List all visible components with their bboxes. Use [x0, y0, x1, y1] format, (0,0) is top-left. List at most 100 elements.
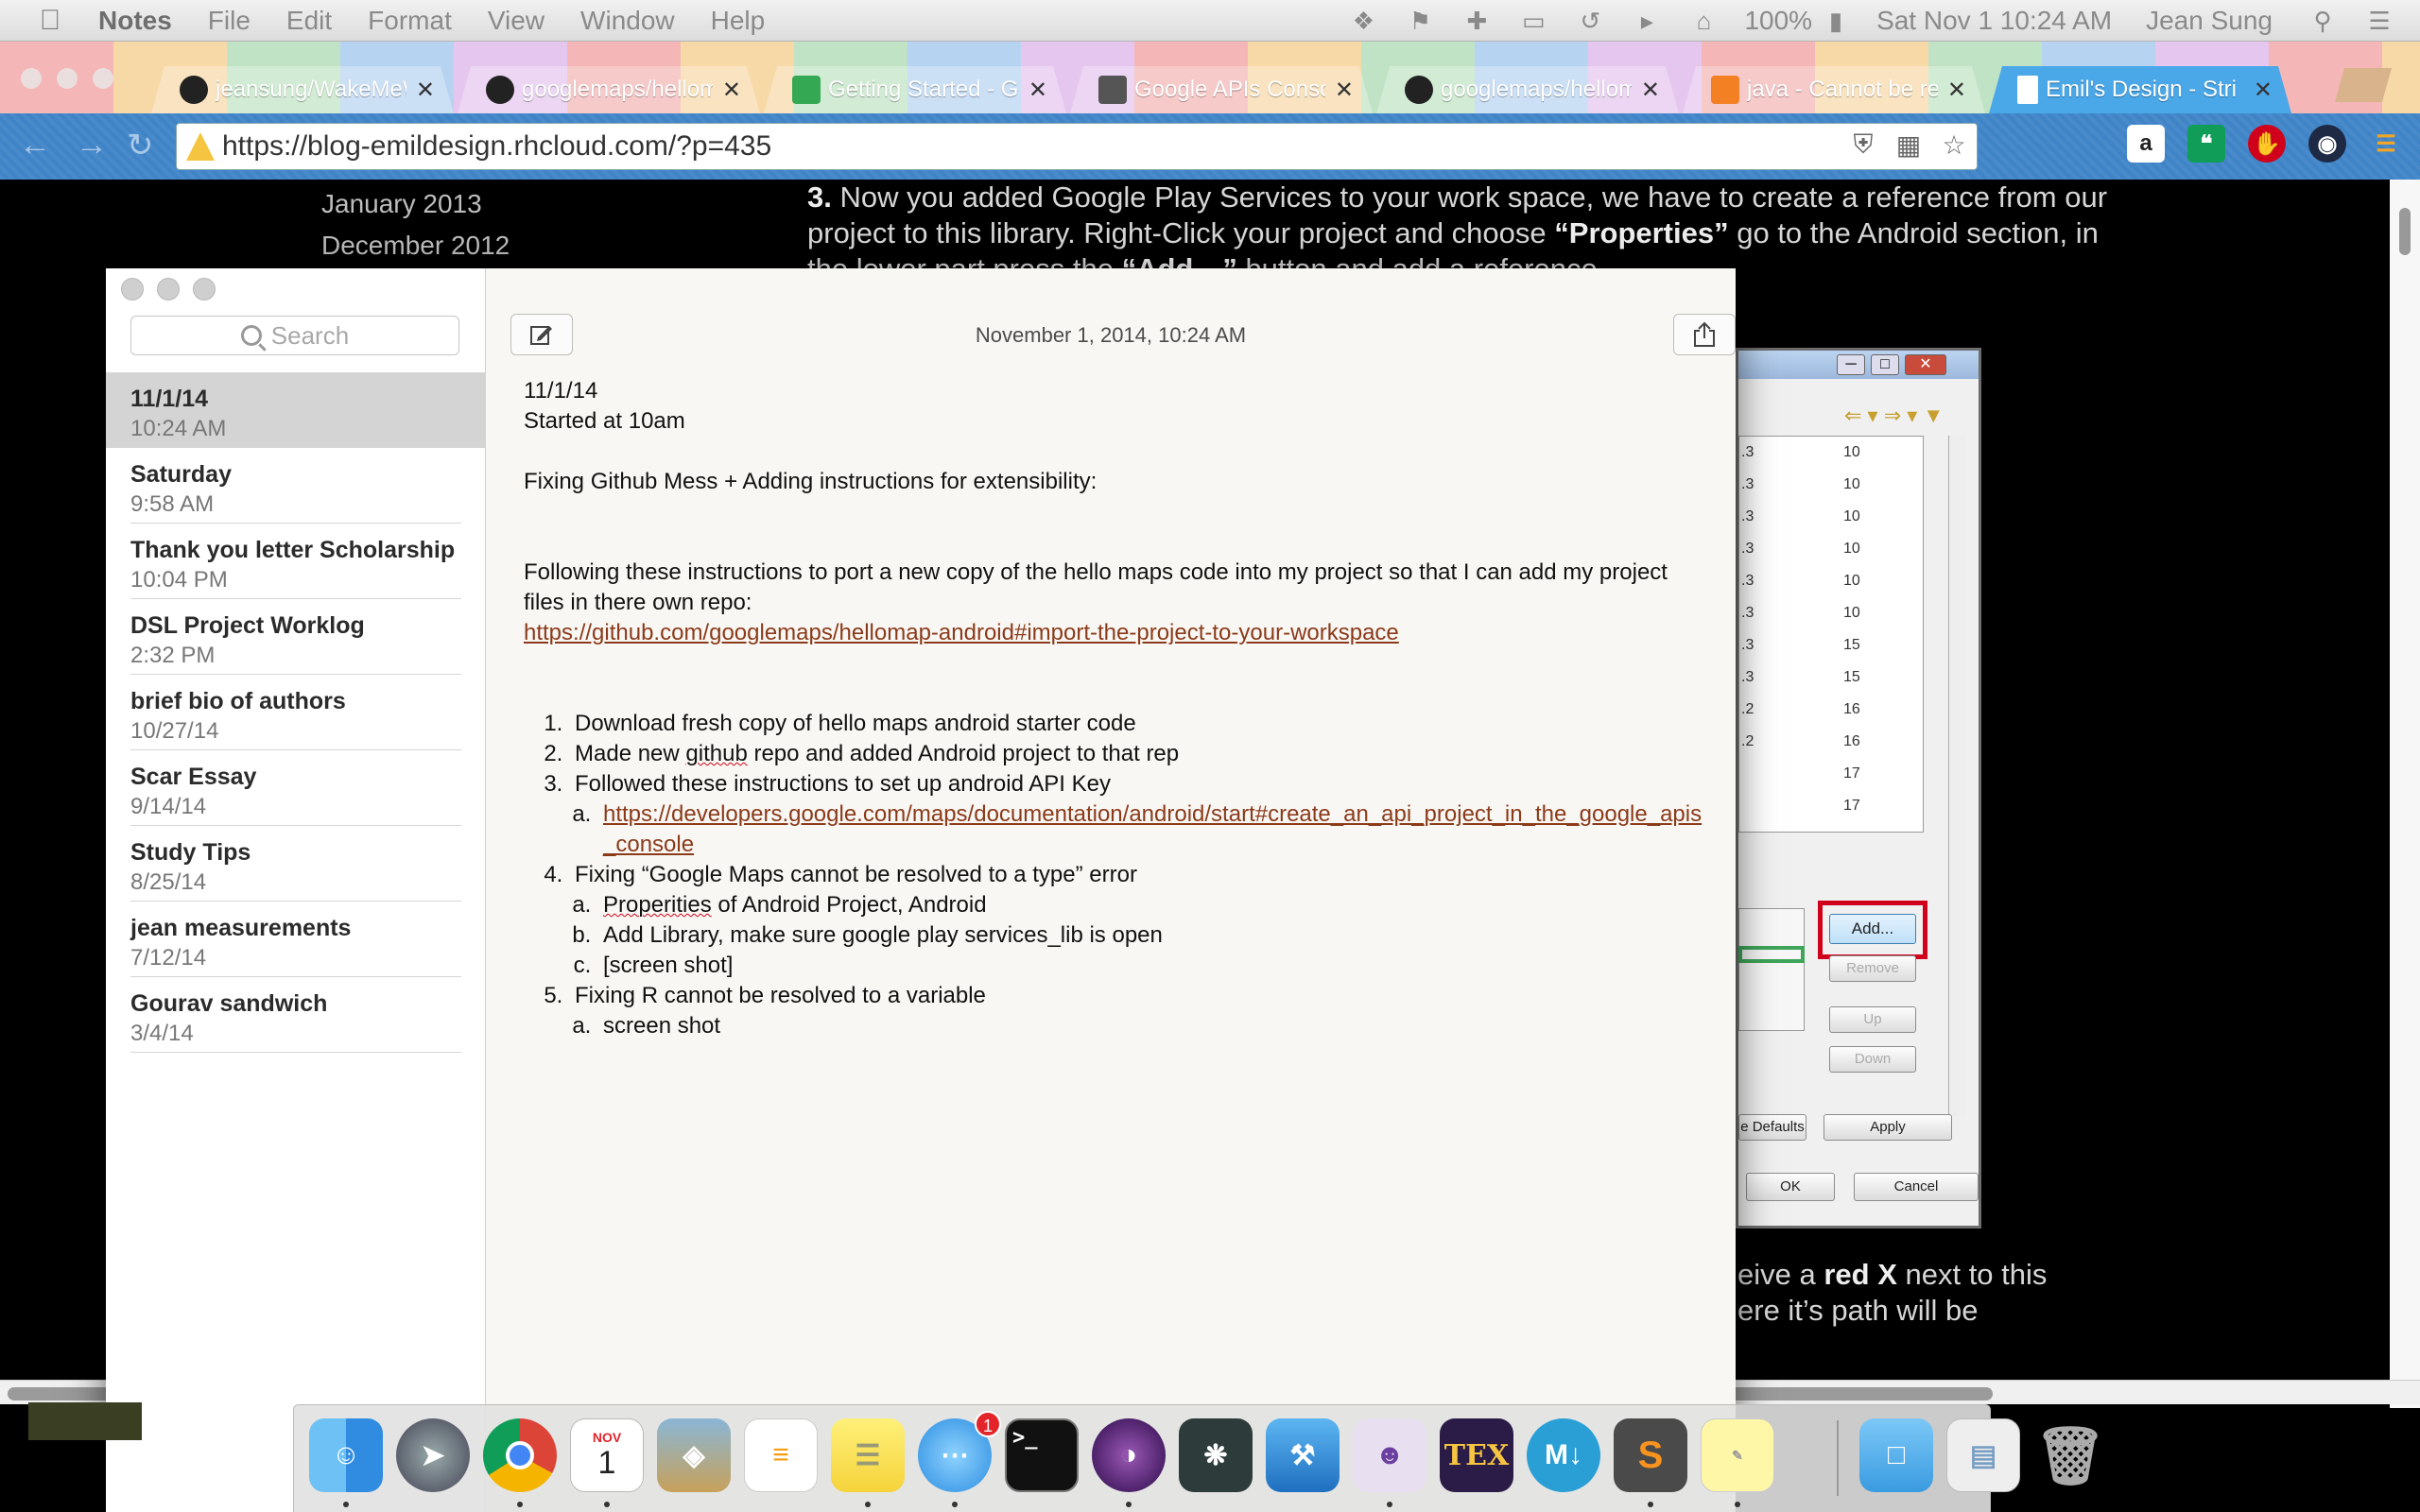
terminal-icon[interactable]: >_ — [1005, 1418, 1079, 1492]
tab-close-icon[interactable]: ✕ — [1641, 77, 1660, 104]
tab-close-icon[interactable]: ✕ — [2254, 77, 2273, 104]
eclipse-icon[interactable]: ◑ — [1092, 1418, 1166, 1492]
volume-icon[interactable]: ▸ — [1631, 7, 1663, 35]
tab-close-icon[interactable]: ✕ — [1335, 77, 1354, 104]
archive-link[interactable]: December 2012 — [321, 231, 510, 261]
texshop-icon[interactable]: TEX — [1440, 1418, 1513, 1492]
address-url[interactable]: https://blog-emildesign.rhcloud.com/?p=4… — [222, 130, 771, 163]
notification-bell-icon[interactable]: ⚑ — [1404, 7, 1436, 35]
menu-format[interactable]: Format — [368, 6, 452, 36]
tab-close-icon[interactable]: ✕ — [416, 77, 435, 104]
api-key-link[interactable]: https://developers.google.com/maps/docum… — [603, 801, 1702, 857]
note-list-item[interactable]: Scar Essay 9/14/14 — [130, 750, 461, 826]
browser-tab[interactable]: googlemaps/hellom ✕ — [1376, 66, 1679, 113]
chrome-icon[interactable] — [483, 1418, 557, 1492]
note-list-item[interactable]: Study Tips 8/25/14 — [130, 826, 461, 902]
amazon-extension-icon[interactable]: a — [2127, 125, 2165, 163]
note-list-item[interactable]: Gourav sandwich 3/4/14 — [130, 977, 461, 1053]
note-list-item[interactable]: Thank you letter Scholarship 10:04 PM — [130, 524, 461, 599]
new-tab-button[interactable] — [2335, 68, 2392, 102]
menu-help[interactable]: Help — [711, 6, 766, 36]
applications-folder-icon[interactable]: □ — [1859, 1418, 1933, 1492]
browser-tab[interactable]: googlemaps/hellom ✕ — [458, 66, 760, 113]
reminders-icon[interactable]: ≡ — [744, 1418, 818, 1492]
finder-icon[interactable]: ☺ — [309, 1418, 383, 1492]
page-action-icon[interactable]: ▦ — [1893, 129, 1924, 163]
share-icon — [1694, 321, 1715, 347]
window-close-button[interactable] — [21, 68, 42, 89]
vertical-scroll-thumb[interactable] — [2399, 208, 2411, 255]
browser-tab[interactable]: Getting Started - Go ✕ — [764, 66, 1066, 113]
note-list-item-selected[interactable]: 11/1/14 10:24 AM — [106, 372, 486, 448]
time-machine-icon[interactable]: ↺ — [1574, 7, 1606, 35]
notes-icon[interactable]: ☰ — [831, 1418, 905, 1492]
browser-tab[interactable]: java - Cannot be res ✕ — [1683, 66, 1985, 113]
forward-arrow-icon[interactable]: → — [76, 127, 108, 163]
sublime-text-icon[interactable]: S — [1614, 1418, 1687, 1492]
row-api-level: 17 — [1843, 798, 1860, 814]
row-version: .3 — [1741, 541, 1754, 557]
back-arrow-icon[interactable]: ← — [19, 127, 51, 163]
archive-link[interactable]: January 2013 — [321, 189, 482, 219]
launchpad-icon[interactable]: ➤ — [396, 1418, 470, 1492]
notification-center-icon[interactable]: ☰ — [2363, 7, 2395, 35]
notes-zoom-button[interactable] — [193, 278, 216, 301]
battery-percent[interactable]: 100% — [1744, 6, 1812, 36]
markdown-icon[interactable]: M↓ — [1527, 1418, 1600, 1492]
dropbox-icon[interactable]: ❖ — [1347, 7, 1379, 35]
share-button[interactable] — [1673, 314, 1736, 355]
hangouts-extension-icon[interactable]: ❝ — [2187, 125, 2225, 163]
bookmark-star-icon[interactable]: ☆ — [1939, 129, 1969, 163]
address-bar[interactable]: https://blog-emildesign.rhcloud.com/?p=4… — [176, 123, 1978, 170]
github-instructions-link[interactable]: https://github.com/googlemaps/hellomap-a… — [524, 620, 1399, 645]
tab-close-icon[interactable]: ✕ — [1028, 77, 1047, 104]
downloads-stack-icon[interactable]: ▤ — [1946, 1418, 2020, 1492]
xcode-icon[interactable]: ⚒ — [1266, 1418, 1340, 1492]
apple-menu-icon[interactable]:  — [34, 5, 66, 37]
dialog-cancel-button: Cancel — [1854, 1173, 1979, 1201]
window-zoom-button[interactable] — [93, 68, 113, 89]
user-name[interactable]: Jean Sung — [2146, 6, 2273, 36]
eye-extension-icon[interactable]: ◉ — [2308, 125, 2346, 163]
vertical-scrollbar[interactable] — [2390, 180, 2420, 1408]
note-list-item[interactable]: Saturday 9:58 AM — [130, 448, 461, 524]
tab-close-icon[interactable]: ✕ — [1947, 77, 1966, 104]
adblock-extension-icon[interactable]: ✋ — [2248, 125, 2286, 163]
note-list-item[interactable]: jean measurements 7/12/14 — [130, 902, 461, 977]
note-list-item[interactable]: brief bio of authors 10/27/14 — [130, 675, 461, 750]
clock[interactable]: Sat Nov 1 10:24 AM — [1876, 6, 2112, 36]
menu-view[interactable]: View — [488, 6, 544, 36]
notes-close-button[interactable] — [121, 278, 144, 301]
browser-tab-active[interactable]: Emil's Design - Stri ✕ — [1989, 66, 2291, 113]
menu-app-name[interactable]: Notes — [98, 6, 172, 36]
github-desktop-icon[interactable]: ☻ — [1353, 1418, 1426, 1492]
browser-tab[interactable]: Google APIs Consol ✕ — [1070, 66, 1373, 113]
dock-separator — [1837, 1420, 1839, 1496]
menu-file[interactable]: File — [208, 6, 251, 36]
trash-icon[interactable]: 🗑 — [2033, 1418, 2107, 1492]
note-body[interactable]: 11/1/14 Started at 10am Fixing Github Me… — [524, 376, 1705, 1041]
battery-icon[interactable]: ▮ — [1820, 7, 1852, 35]
plus-cross-icon[interactable]: ✚ — [1461, 7, 1493, 35]
note-timestamp: November 1, 2014, 10:24 AM — [975, 323, 1247, 347]
calendar-icon[interactable]: NOV 1 — [570, 1418, 644, 1492]
stickies-icon[interactable]: ✎ — [1701, 1418, 1774, 1492]
search-input[interactable]: Search — [130, 316, 459, 355]
notes-minimize-button[interactable] — [157, 278, 180, 301]
browser-tab[interactable]: jeansung/WakeMeW ✕ — [151, 66, 454, 113]
aperture-icon[interactable]: ❋ — [1179, 1418, 1253, 1492]
spotlight-search-icon[interactable]: ⚲ — [2307, 7, 2339, 35]
warning-lock-icon[interactable] — [186, 132, 215, 161]
airplay-icon[interactable]: ▭ — [1517, 7, 1549, 35]
reload-icon[interactable]: ↻ — [127, 127, 154, 164]
wifi-icon[interactable]: ⌂ — [1687, 7, 1720, 35]
menu-edit[interactable]: Edit — [286, 6, 332, 36]
menu-window[interactable]: Window — [580, 6, 675, 36]
shield-icon[interactable]: ⛨ — [1848, 129, 1878, 163]
note-list-item[interactable]: DSL Project Worklog 2:32 PM — [130, 599, 461, 675]
window-minimize-button[interactable] — [57, 68, 78, 89]
tab-close-icon[interactable]: ✕ — [722, 77, 741, 104]
running-indicator — [604, 1502, 610, 1507]
preview-icon[interactable]: ◈ — [657, 1418, 731, 1492]
chrome-menu-icon[interactable]: ☰ — [2367, 125, 2405, 163]
